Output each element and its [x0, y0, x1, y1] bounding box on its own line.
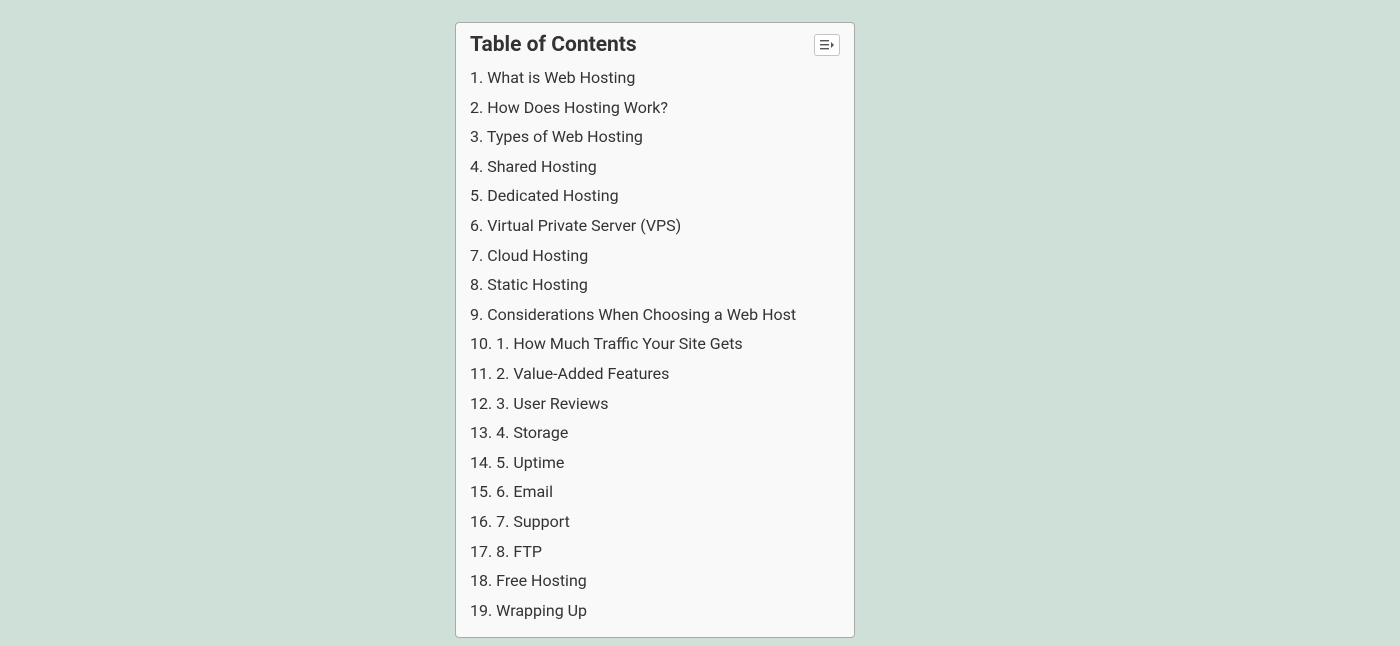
- toc-item[interactable]: Free Hosting: [470, 566, 840, 596]
- toc-item[interactable]: 2. Value-Added Features: [470, 359, 840, 389]
- toc-item[interactable]: 6. Email: [470, 477, 840, 507]
- toc-title: Table of Contents: [470, 33, 637, 57]
- toc-item[interactable]: 8. FTP: [470, 537, 840, 567]
- toc-item-link: 5. Uptime: [496, 453, 564, 472]
- toc-item-link: 3. User Reviews: [496, 394, 608, 413]
- toc-item[interactable]: 1. How Much Traffic Your Site Gets: [470, 329, 840, 359]
- toc-item[interactable]: Virtual Private Server (VPS): [470, 211, 840, 241]
- toc-item[interactable]: Types of Web Hosting: [470, 122, 840, 152]
- toc-item-link: What is Web Hosting: [487, 68, 635, 87]
- toc-item[interactable]: Static Hosting: [470, 270, 840, 300]
- toc-item-link: Virtual Private Server (VPS): [487, 216, 681, 235]
- toc-header: Table of Contents: [470, 33, 840, 57]
- toc-item[interactable]: Considerations When Choosing a Web Host: [470, 300, 840, 330]
- toc-item[interactable]: 7. Support: [470, 507, 840, 537]
- toc-item-link: 7. Support: [496, 512, 570, 531]
- toc-toggle-button[interactable]: [814, 34, 840, 56]
- toc-item-link: 6. Email: [496, 482, 553, 501]
- list-collapse-icon: [820, 36, 834, 55]
- toc-item[interactable]: 5. Uptime: [470, 448, 840, 478]
- toc-item[interactable]: Dedicated Hosting: [470, 181, 840, 211]
- toc-item[interactable]: What is Web Hosting: [470, 63, 840, 93]
- toc-item-link: Considerations When Choosing a Web Host: [487, 305, 796, 324]
- toc-item-link: Types of Web Hosting: [487, 127, 643, 146]
- toc-item[interactable]: 4. Storage: [470, 418, 840, 448]
- toc-item-link: 2. Value-Added Features: [496, 364, 669, 383]
- toc-item-link: Shared Hosting: [487, 157, 597, 176]
- toc-item[interactable]: Wrapping Up: [470, 596, 840, 626]
- toc-item-link: 4. Storage: [496, 423, 568, 442]
- table-of-contents: Table of Contents What is Web Hosting Ho…: [455, 22, 855, 638]
- toc-item[interactable]: Shared Hosting: [470, 152, 840, 182]
- toc-item-link: Cloud Hosting: [487, 246, 588, 265]
- toc-item-link: 8. FTP: [496, 542, 542, 561]
- toc-item[interactable]: How Does Hosting Work?: [470, 93, 840, 123]
- toc-list: What is Web Hosting How Does Hosting Wor…: [470, 63, 840, 625]
- toc-item-link: 1. How Much Traffic Your Site Gets: [496, 334, 743, 353]
- toc-item-link: Wrapping Up: [496, 601, 587, 620]
- toc-item-link: Static Hosting: [487, 275, 588, 294]
- toc-item-link: Dedicated Hosting: [487, 186, 618, 205]
- toc-item-link: Free Hosting: [496, 571, 587, 590]
- toc-item[interactable]: Cloud Hosting: [470, 241, 840, 271]
- toc-item[interactable]: 3. User Reviews: [470, 389, 840, 419]
- toc-item-link: How Does Hosting Work?: [487, 98, 668, 117]
